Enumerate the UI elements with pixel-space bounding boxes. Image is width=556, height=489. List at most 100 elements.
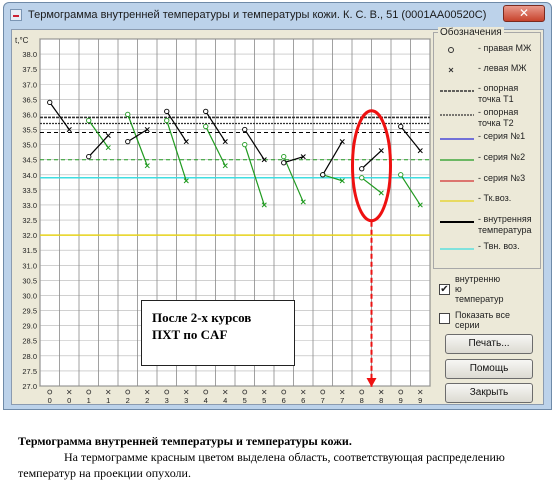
x-tick-label: 6 — [282, 396, 286, 405]
y-tick-label: 35.5 — [22, 126, 37, 135]
y-tick-label: 29.0 — [22, 322, 37, 331]
x-marker-circle — [47, 389, 53, 395]
legend-item-label: - серия №2 — [478, 152, 526, 162]
y-tick-label: 28.0 — [22, 352, 37, 361]
x-marker-circle — [86, 389, 92, 395]
x-tick-label: 7 — [321, 396, 325, 405]
y-tick-label: 37.0 — [22, 80, 37, 89]
x-marker-circle — [359, 389, 365, 395]
legend-item-label: - левая МЖ — [478, 63, 527, 73]
legend-item: - серия №2 — [434, 152, 540, 166]
show-all-series-checkbox[interactable] — [439, 313, 450, 324]
legend-item-label: - внутренняя температура — [478, 214, 532, 235]
y-tick-label: 34.5 — [22, 156, 37, 165]
legend-symbol-line — [440, 200, 474, 202]
x-tick-label: 2 — [145, 396, 149, 405]
show-all-series-checkbox-label: Показать все серии — [455, 310, 510, 330]
y-tick-label: 32.0 — [22, 231, 37, 240]
x-tick-label: 4 — [204, 396, 208, 405]
y-tick-label: 28.5 — [22, 337, 37, 346]
x-marker-circle — [398, 389, 404, 395]
y-tick-label: 31.0 — [22, 261, 37, 270]
window-close-button[interactable]: ✕ — [503, 5, 545, 22]
x-tick-label: 9 — [399, 396, 403, 405]
x-tick-label: 3 — [165, 396, 169, 405]
x-tick-label: 9 — [418, 396, 422, 405]
app-icon — [10, 9, 22, 21]
x-tick-label: 3 — [184, 396, 188, 405]
close-button[interactable]: Закрыть — [445, 383, 533, 403]
y-tick-label: 29.5 — [22, 307, 37, 316]
legend-item: - правая МЖ — [434, 43, 540, 57]
legend-panel: Обозначения - правая МЖ - левая МЖ - опорн… — [433, 27, 541, 269]
legend-item: - серия №3 — [434, 173, 540, 187]
x-tick-label: 1 — [87, 396, 91, 405]
x-marker-cross — [66, 389, 72, 395]
y-tick-label: 36.0 — [22, 110, 37, 119]
title-bar[interactable]: Термограмма внутренней температуры и тем… — [4, 3, 551, 29]
internal-temp-checkbox-row[interactable]: ✔ внутренню ю температур — [439, 274, 539, 308]
series2-segment-point — [281, 154, 287, 160]
x-marker-cross — [105, 389, 111, 395]
y-tick-label: 33.0 — [22, 201, 37, 210]
legend-symbol-line — [440, 248, 474, 250]
show-all-series-checkbox-row[interactable]: Показать все серии — [439, 310, 539, 332]
legend-item-label: - серия №1 — [478, 131, 526, 141]
x-tick-label: 6 — [301, 396, 305, 405]
annotation-box: После 2-х курсов ПХТ по CAF — [141, 300, 295, 366]
legend-symbol-line — [440, 138, 474, 140]
caption-body: На термограмме красным цветом выделена о… — [18, 450, 505, 480]
y-tick-label: 35.0 — [22, 141, 37, 150]
x-tick-label: 4 — [223, 396, 227, 405]
y-tick-label: 27.0 — [22, 382, 37, 391]
x-marker-cross — [222, 389, 228, 395]
internal-segment-point — [47, 99, 53, 106]
x-tick-label: 5 — [243, 396, 247, 405]
y-tick-label: 30.5 — [22, 276, 37, 285]
legend-symbol-cross — [448, 67, 454, 73]
legend-item-label: - Тк.воз. — [478, 193, 512, 203]
series2-segment-point — [125, 111, 131, 118]
x-marker-cross — [339, 389, 345, 395]
x-tick-label: 1 — [106, 396, 110, 405]
legend-item-label: - опорная точка Т2 — [478, 107, 519, 128]
y-tick-label: 34.0 — [22, 171, 37, 180]
x-marker-cross — [378, 389, 384, 395]
legend-item: - опорная точка Т2 — [434, 107, 540, 128]
legend-item-label: - правая МЖ — [478, 43, 532, 53]
x-tick-label: 0 — [67, 396, 71, 405]
annotation-line-1: После 2-х курсов — [152, 310, 252, 325]
x-tick-label: 8 — [360, 396, 364, 405]
y-tick-label: 30.0 — [22, 291, 37, 300]
window-title: Термограмма внутренней температуры и тем… — [28, 9, 487, 21]
caption-title: Термограмма внутренней температуры и тем… — [18, 434, 352, 448]
internal-segment-point — [359, 166, 365, 172]
y-tick-label: 37.5 — [22, 65, 37, 74]
internal-segment-point — [164, 108, 170, 115]
x-marker-cross — [300, 389, 306, 395]
internal-temp-checkbox[interactable]: ✔ — [439, 284, 450, 295]
x-tick-label: 7 — [340, 396, 344, 405]
legend-symbol-circle — [448, 47, 454, 53]
x-marker-cross — [144, 389, 150, 395]
y-tick-label: 33.5 — [22, 186, 37, 195]
series2-segment-point — [203, 123, 209, 130]
internal-temp-checkbox-label: внутренню ю температур — [455, 274, 504, 304]
x-tick-label: 0 — [48, 396, 52, 405]
x-marker-circle — [164, 389, 170, 395]
series2-segment-point — [359, 175, 365, 181]
y-axis-label: t,°C — [15, 36, 29, 45]
help-button[interactable]: Помощь — [445, 359, 533, 379]
legend-item: - внутренняя температура — [434, 214, 540, 235]
series2-segment-point — [164, 117, 170, 124]
legend-item: - Тк.воз. — [434, 193, 540, 207]
legend-symbol-hatched — [440, 90, 474, 92]
print-button[interactable]: Печать... — [445, 334, 533, 354]
legend-symbol-line-thick — [440, 221, 474, 223]
series2-segment-point — [398, 172, 404, 178]
internal-segment-point — [398, 123, 404, 130]
legend-item-label: - серия №3 — [478, 173, 526, 183]
y-tick-label: 31.5 — [22, 246, 37, 255]
x-tick-label: 2 — [126, 396, 130, 405]
internal-segment-point — [320, 172, 326, 178]
